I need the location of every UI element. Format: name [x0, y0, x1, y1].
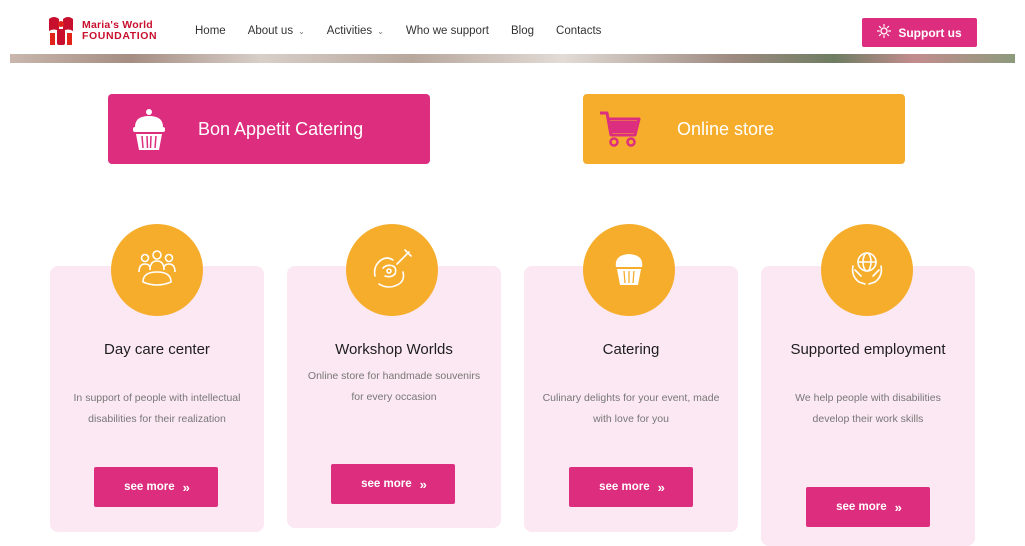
globe-hands-icon — [847, 248, 887, 293]
double-chevron-right-icon: » — [894, 499, 902, 515]
card-workshop-worlds: Workshop Worlds Online store for handmad… — [287, 224, 501, 528]
nav-who-we-support[interactable]: Who we support — [406, 25, 489, 37]
card-description: Online store for handmade souvenirs for … — [307, 370, 481, 403]
card-description: We help people with disabilities develop… — [795, 392, 941, 425]
card-title: Catering — [602, 341, 660, 358]
card-icon-badge — [346, 224, 438, 316]
craft-hands-icon — [369, 246, 415, 295]
nav-blog[interactable]: Blog — [511, 25, 534, 37]
card-title: Day care center — [104, 341, 210, 358]
online-store-banner-button[interactable]: Online store — [583, 94, 905, 164]
see-more-label: see more — [599, 481, 650, 493]
card-icon-badge — [111, 224, 203, 316]
card-catering: Catering Culinary delights for your even… — [524, 224, 738, 532]
see-more-button[interactable]: see more » — [806, 487, 930, 527]
card-description: In support of people with intellectual d… — [73, 392, 241, 425]
see-more-button[interactable]: see more » — [94, 467, 218, 507]
nav-who-we-support-label: Who we support — [405, 25, 489, 37]
support-us-button[interactable]: Support us — [862, 18, 977, 47]
logo-subtitle: FOUNDATION — [82, 30, 158, 42]
shopping-cart-icon — [593, 102, 647, 156]
chevron-down-icon: ⌄ — [298, 26, 305, 36]
hero-image-strip — [10, 54, 1015, 63]
card-icon-badge — [583, 224, 675, 316]
nav-blog-label: Blog — [510, 25, 535, 37]
card-supported-employment: Supported employment We help people with… — [761, 224, 975, 546]
site-logo[interactable]: Maria's World FOUNDATION — [46, 15, 157, 47]
chevron-down-icon: ⌄ — [377, 26, 384, 36]
cupcake-icon — [612, 249, 646, 292]
logo-icon — [46, 15, 76, 47]
support-us-label: Support us — [898, 25, 962, 40]
see-more-button[interactable]: see more » — [331, 464, 455, 504]
see-more-label: see more — [124, 481, 175, 493]
nav-home[interactable]: Home — [195, 25, 226, 37]
double-chevron-right-icon: » — [182, 479, 190, 495]
double-chevron-right-icon: » — [419, 476, 427, 492]
main-nav: Home About us ⌄ Activities ⌄ Who we supp… — [195, 25, 623, 37]
card-icon-badge — [821, 224, 913, 316]
nav-contacts-label: Contacts — [556, 25, 602, 37]
double-chevron-right-icon: » — [657, 479, 665, 495]
see-more-label: see more — [836, 501, 887, 513]
catering-banner-label: Bon Appetit Catering — [198, 118, 364, 139]
see-more-button[interactable]: see more » — [569, 467, 693, 507]
card-day-care-center: Day care center In support of people wit… — [50, 224, 264, 532]
cupcake-icon — [122, 102, 176, 156]
online-store-banner-label: Online store — [677, 118, 775, 139]
nav-about-us[interactable]: About us ⌄ — [248, 25, 305, 37]
site-header: Maria's World FOUNDATION Home About us ⌄… — [0, 0, 1025, 58]
people-icon — [135, 248, 179, 293]
card-title: Workshop Worlds — [335, 341, 453, 358]
see-more-label: see more — [361, 478, 412, 490]
card-title: Supported employment — [790, 341, 946, 358]
nav-home-label: Home — [195, 25, 226, 37]
nav-activities-label: Activities — [326, 25, 373, 37]
catering-banner-button[interactable]: Bon Appetit Catering — [108, 94, 430, 164]
nav-about-us-label: About us — [247, 25, 294, 37]
card-description: Culinary delights for your event, made w… — [542, 392, 720, 425]
nav-contacts[interactable]: Contacts — [556, 25, 601, 37]
sun-icon — [877, 23, 892, 41]
nav-activities[interactable]: Activities ⌄ — [327, 25, 384, 37]
